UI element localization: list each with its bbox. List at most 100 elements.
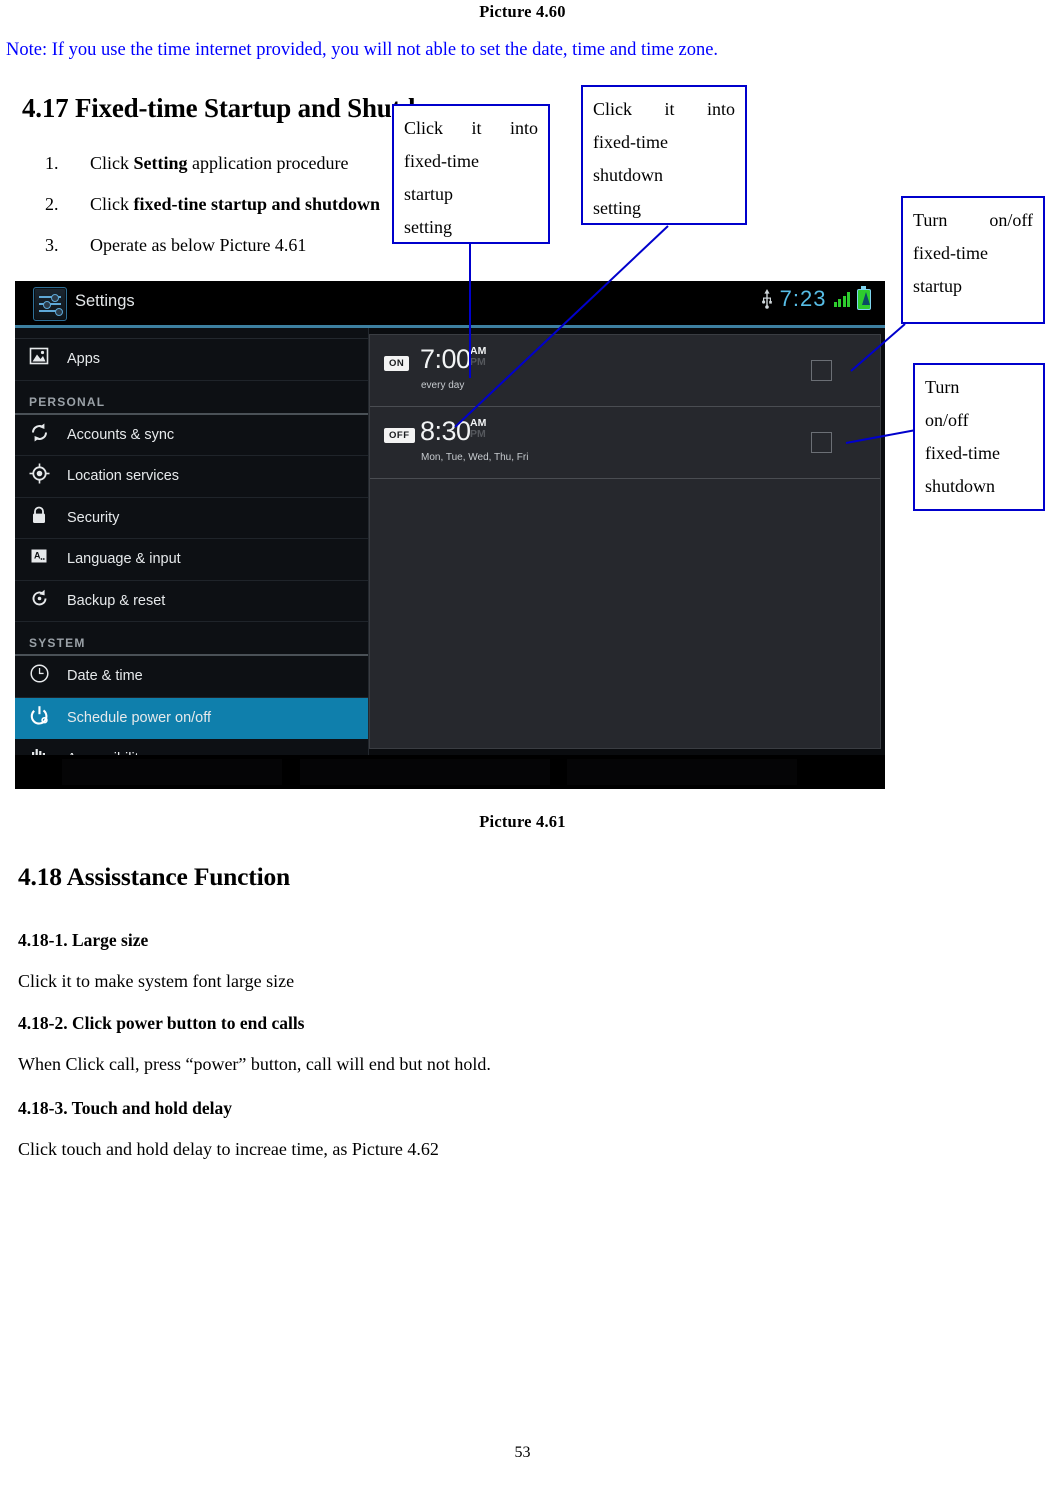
battery-charging-icon	[857, 285, 871, 310]
nav-segment-center	[300, 759, 550, 785]
section-heading-418: 4.18 Assisstance Function	[18, 862, 290, 891]
callout-line-4: setting	[404, 217, 452, 237]
apps-image-icon	[29, 346, 55, 372]
sidebar-item-label: Language & input	[67, 551, 181, 568]
sidebar-item-language-input[interactable]: A Language & input	[15, 539, 368, 581]
sidebar-item-accessibility[interactable]: Accessibility	[15, 739, 368, 755]
callout-line-3: fixed-time	[925, 443, 1000, 463]
callout-word: on/off	[989, 210, 1033, 230]
alarm-time: 8:30	[420, 416, 471, 446]
location-icon	[29, 463, 55, 489]
body-large-size: Click it to make system font large size	[18, 971, 295, 991]
keyboard-icon: A	[29, 546, 55, 572]
callout-line-2: on/off	[925, 410, 969, 430]
body-power-button: When Click call, press “power” button, c…	[18, 1054, 491, 1074]
list-item-text-bold: fixed-tine startup and shutdown	[133, 194, 381, 214]
lock-icon	[29, 505, 55, 531]
alarm-state-badge: OFF	[384, 428, 415, 443]
callout-line-2: fixed-time	[404, 151, 479, 171]
callout-word: Turn	[913, 210, 948, 230]
android-screenshot: Settings 7:23 Apps PERSONAL Accounts & s…	[15, 281, 885, 789]
list-item-number: 1.	[45, 153, 59, 173]
steps-list: 1. Click Setting application procedure 2.…	[40, 150, 660, 273]
list-item-text-bold: Setting	[133, 153, 188, 173]
picture-caption-top: Picture 4.60	[479, 2, 566, 21]
list-item: 3. Operate as below Picture 4.61	[40, 232, 660, 273]
list-item-text-pre: Operate as below Picture 4.61	[90, 235, 307, 255]
sidebar-item-label: Date & time	[67, 668, 143, 685]
sync-icon	[29, 422, 55, 448]
callout-line-1: Click it into	[404, 112, 538, 145]
callout-word: Click	[404, 118, 443, 138]
svg-text:A: A	[34, 551, 41, 561]
callout-word: into	[706, 99, 735, 119]
page-number: 53	[514, 1444, 531, 1461]
sidebar-item-label: Location services	[67, 468, 180, 485]
callout-line-3: startup	[404, 184, 453, 204]
list-item-text-post: application procedure	[187, 153, 349, 173]
sidebar-item-security[interactable]: Security	[15, 498, 368, 539]
status-bar-clock: 7:23	[779, 286, 827, 311]
settings-panes: Apps PERSONAL Accounts & sync Location s…	[15, 328, 885, 755]
sidebar-item-accounts-sync[interactable]: Accounts & sync	[15, 415, 368, 456]
callout-line-1: Turn on/off	[913, 204, 1033, 237]
callout-line-4: shutdown	[925, 476, 996, 496]
sidebar-item-apps[interactable]: Apps	[15, 339, 368, 381]
accessibility-icon	[29, 746, 55, 755]
settings-app-icon	[33, 287, 67, 321]
list-item-text-pre: Click	[90, 194, 134, 214]
callout-line-1: Click it into	[593, 93, 735, 126]
subheading-large-size: 4.18-1. Large size	[18, 930, 149, 950]
alarm-days: every day	[421, 380, 465, 391]
alarm-enable-checkbox[interactable]	[811, 360, 832, 381]
callout-word: into	[509, 118, 538, 138]
sidebar-top-stub	[15, 328, 368, 339]
callout-line-3: startup	[913, 276, 962, 296]
sidebar-item-location-services[interactable]: Location services	[15, 456, 368, 498]
list-item-number: 2.	[45, 194, 59, 214]
alarm-state-badge: ON	[384, 356, 410, 371]
sidebar-item-label: Security	[67, 509, 120, 526]
callout-line-2: fixed-time	[593, 132, 668, 152]
signal-bars-icon	[833, 291, 850, 307]
sidebar-item-label: Apps	[67, 351, 101, 368]
schedule-power-panel: ON 7:00 AM PM every day OFF 8:30 AM PM M…	[369, 334, 881, 749]
sidebar-group-personal: PERSONAL	[15, 381, 368, 415]
callout-shutdown-setting: Click it into fixed-time shutdown settin…	[581, 85, 747, 225]
schedule-row-startup[interactable]: ON 7:00 AM PM every day	[370, 335, 880, 407]
alarm-days: Mon, Tue, Wed, Thu, Fri	[421, 452, 529, 463]
list-item-number: 3.	[45, 235, 59, 255]
sidebar-item-date-time[interactable]: Date & time	[15, 656, 368, 698]
subheading-power-button: 4.18-2. Click power button to end calls	[18, 1013, 305, 1033]
status-bar-icons: 7:23	[761, 285, 871, 312]
alarm-pm: PM	[470, 428, 486, 440]
callout-line-2: fixed-time	[913, 243, 988, 263]
list-item: 2. Click fixed-tine startup and shutdown	[40, 191, 660, 232]
android-navigation-bar[interactable]	[15, 755, 885, 789]
callout-line-1: Turn	[925, 377, 960, 397]
schedule-row-shutdown[interactable]: OFF 8:30 AM PM Mon, Tue, Wed, Thu, Fri	[370, 407, 880, 479]
alarm-enable-checkbox[interactable]	[811, 432, 832, 453]
sidebar-item-label: Accounts & sync	[67, 426, 175, 443]
sidebar-item-label: Schedule power on/off	[67, 709, 212, 726]
power-icon	[29, 705, 55, 731]
picture-caption-bottom: Picture 4.61	[479, 812, 566, 831]
sidebar-group-system: SYSTEM	[15, 622, 368, 656]
nav-segment-left	[62, 759, 282, 785]
sidebar-item-backup-reset[interactable]: Backup & reset	[15, 581, 368, 622]
alarm-ampm: AM PM	[470, 418, 486, 440]
callout-word: Click	[593, 99, 632, 119]
callout-line-4: setting	[593, 198, 641, 218]
clock-icon	[29, 663, 55, 689]
settings-sidebar[interactable]: Apps PERSONAL Accounts & sync Location s…	[15, 328, 369, 755]
body-touch-hold: Click touch and hold delay to increae ti…	[18, 1139, 439, 1159]
usb-icon	[761, 289, 773, 309]
alarm-ampm: AM PM	[470, 346, 486, 368]
nav-segment-right	[567, 759, 797, 785]
callout-startup-setting: Click it into fixed-time startup setting	[392, 104, 550, 244]
status-bar-title: Settings	[75, 292, 135, 310]
callout-word: it	[664, 99, 675, 119]
list-item-text-pre: Click	[90, 153, 134, 173]
list-item: 1. Click Setting application procedure	[40, 150, 660, 191]
sidebar-item-schedule-power-on-off[interactable]: Schedule power on/off	[15, 697, 368, 739]
